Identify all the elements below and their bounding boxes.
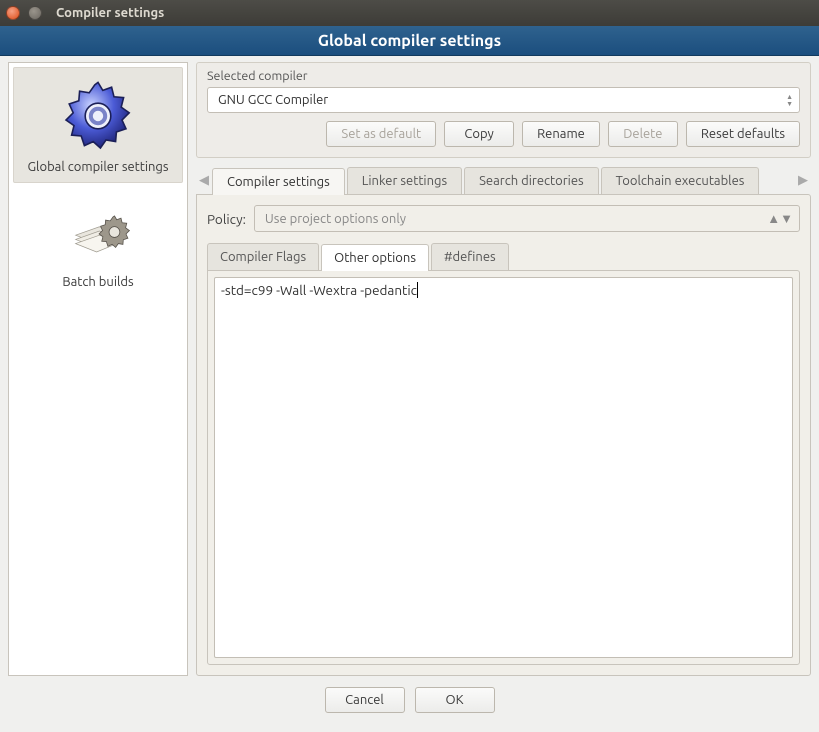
dialog-footer: Cancel OK: [0, 676, 819, 724]
gear-icon: [58, 76, 138, 156]
policy-value: Use project options only: [265, 212, 406, 226]
selected-compiler-label: Selected compiler: [207, 69, 800, 83]
tab-search-directories[interactable]: Search directories: [464, 167, 599, 194]
copy-button[interactable]: Copy: [444, 121, 514, 147]
cancel-button[interactable]: Cancel: [325, 687, 405, 713]
sidebar-item-label: Global compiler settings: [16, 160, 180, 174]
tab-toolchain-executables[interactable]: Toolchain executables: [601, 167, 760, 194]
sidebar-item-batch[interactable]: Batch builds: [13, 183, 183, 297]
tab-body: Policy: Use project options only ▲▼ Comp…: [196, 194, 811, 676]
policy-label: Policy:: [207, 211, 246, 227]
window-title: Compiler settings: [56, 6, 164, 20]
compiler-select-value: GNU GCC Compiler: [218, 93, 328, 107]
batch-build-icon: [58, 191, 138, 271]
window-titlebar: Compiler settings: [0, 0, 819, 26]
tab-strip: ◀ Compiler settings Linker settings Sear…: [196, 164, 811, 194]
set-default-button[interactable]: Set as default: [326, 121, 436, 147]
other-options-pane: -std=c99 -Wall -Wextra -pedantic: [207, 270, 800, 665]
chevron-updown-icon: ▲▼: [767, 211, 793, 226]
sidebar-item-label: Batch builds: [15, 275, 181, 289]
tab-compiler-settings[interactable]: Compiler settings: [212, 168, 345, 195]
tab-linker-settings[interactable]: Linker settings: [347, 167, 462, 194]
other-options-input[interactable]: -std=c99 -Wall -Wextra -pedantic: [214, 277, 793, 658]
sidebar: Global compiler settings Batch buil: [8, 62, 188, 676]
minimize-icon[interactable]: [28, 6, 42, 20]
close-icon[interactable]: [6, 6, 20, 20]
rename-button[interactable]: Rename: [522, 121, 600, 147]
subtab-other-options[interactable]: Other options: [321, 244, 429, 271]
policy-select[interactable]: Use project options only ▲▼: [254, 205, 800, 232]
sidebar-item-global[interactable]: Global compiler settings: [13, 67, 183, 183]
subtab-defines[interactable]: #defines: [431, 243, 509, 270]
page-title: Global compiler settings: [0, 26, 819, 56]
chevron-updown-icon: ▲▼: [786, 94, 793, 107]
selected-compiler-group: Selected compiler GNU GCC Compiler ▲▼ Se…: [196, 62, 811, 158]
subtab-compiler-flags[interactable]: Compiler Flags: [207, 243, 319, 270]
tab-scroll-left-icon[interactable]: ◀: [196, 166, 212, 194]
compiler-select[interactable]: GNU GCC Compiler ▲▼: [207, 87, 800, 113]
reset-defaults-button[interactable]: Reset defaults: [686, 121, 800, 147]
other-options-text: -std=c99 -Wall -Wextra -pedantic: [221, 282, 417, 298]
subtab-strip: Compiler Flags Other options #defines: [207, 242, 800, 270]
delete-button[interactable]: Delete: [608, 121, 678, 147]
tab-scroll-right-icon[interactable]: ▶: [795, 166, 811, 194]
ok-button[interactable]: OK: [415, 687, 495, 713]
text-caret-icon: [417, 282, 418, 298]
